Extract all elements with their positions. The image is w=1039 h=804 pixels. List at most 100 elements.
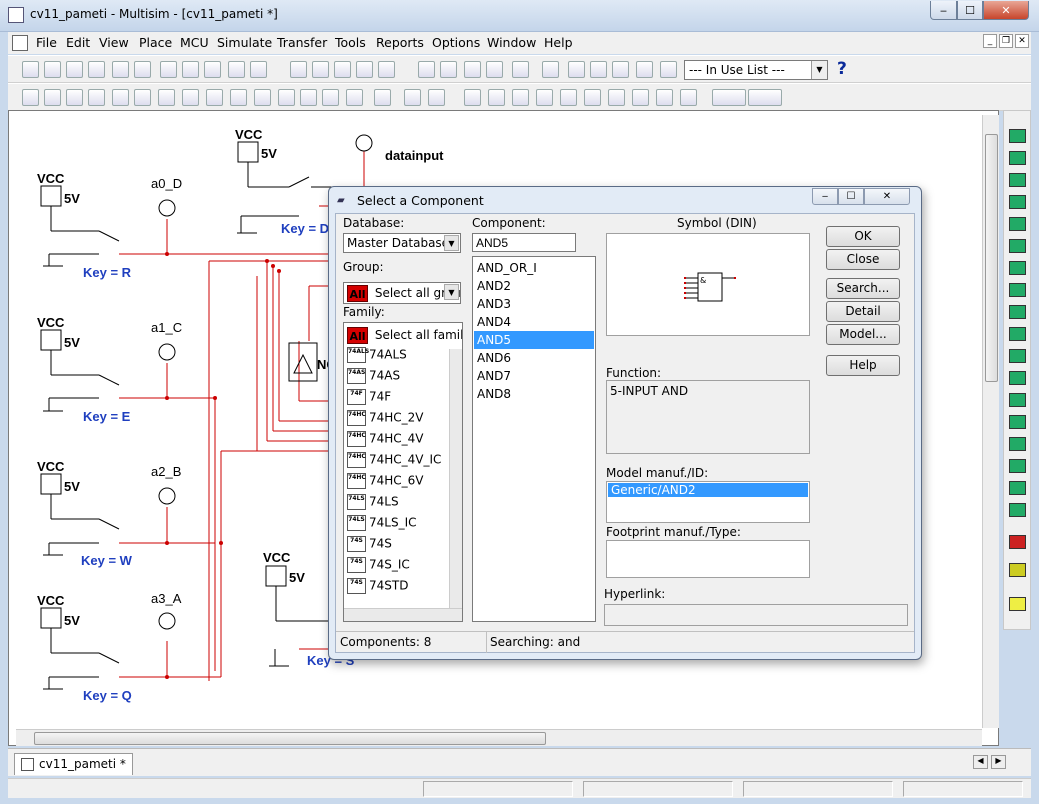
network-analyzer-icon[interactable] — [1009, 415, 1026, 429]
place-misc-icon[interactable] — [278, 89, 295, 106]
list-item[interactable]: AND7 — [474, 367, 594, 385]
database-dropdown[interactable]: Master Database ▼ — [343, 233, 461, 253]
measurement-probe-icon[interactable] — [1009, 535, 1026, 549]
tab-scroll-left-icon[interactable]: ◀ — [973, 755, 988, 769]
footprint-list[interactable] — [606, 540, 810, 578]
help-icon[interactable]: ? — [837, 59, 847, 79]
erc-icon[interactable] — [568, 61, 585, 78]
tab-scroll-right-icon[interactable]: ▶ — [991, 755, 1006, 769]
list-item-selected[interactable]: AND5 — [474, 331, 594, 349]
group-dropdown[interactable]: All Select all group ▼ — [343, 282, 461, 304]
run-icon[interactable] — [464, 89, 481, 106]
save-icon[interactable] — [88, 61, 105, 78]
multisim-app-icon[interactable] — [8, 7, 24, 23]
search-button[interactable]: Search... — [826, 278, 900, 299]
family-list[interactable]: All Select all familie 74ALS74ALS 74AS74… — [343, 322, 463, 622]
list-item[interactable]: AND_OR_I — [474, 259, 594, 277]
place-rf-icon[interactable] — [322, 89, 339, 106]
run-to-cursor-icon[interactable] — [632, 89, 649, 106]
spectrum-analyzer-icon[interactable] — [1009, 393, 1026, 407]
annotate-icon[interactable] — [612, 61, 629, 78]
logic-analyzer-icon[interactable] — [1009, 305, 1026, 319]
multimeter-icon[interactable] — [1009, 129, 1026, 143]
probe-toggle-icon[interactable] — [748, 89, 782, 106]
spreadsheet-icon[interactable] — [440, 61, 457, 78]
bus-icon[interactable] — [428, 89, 445, 106]
print-icon[interactable] — [112, 61, 129, 78]
pause-icon[interactable] — [488, 89, 505, 106]
model-list[interactable]: Generic/AND2 — [606, 481, 810, 523]
family-item[interactable]: 74LS 74LS_IC — [347, 515, 447, 536]
place-misc-digital-icon[interactable] — [182, 89, 199, 106]
print-preview-icon[interactable] — [134, 61, 151, 78]
place-electromechanical-icon[interactable] — [346, 89, 363, 106]
new-icon[interactable] — [22, 61, 39, 78]
dialog-close-button[interactable]: ✕ — [864, 188, 910, 205]
family-item[interactable]: 74F 74F — [347, 389, 447, 410]
family-item[interactable]: 74AS 74AS — [347, 368, 447, 389]
menu-view[interactable]: View — [99, 35, 129, 50]
menu-edit[interactable]: Edit — [66, 35, 90, 50]
step-over-icon[interactable] — [584, 89, 601, 106]
place-indicator-icon[interactable] — [230, 89, 247, 106]
menu-tools[interactable]: Tools — [335, 35, 366, 50]
menu-place[interactable]: Place — [139, 35, 172, 50]
vertical-scrollbar[interactable] — [982, 115, 999, 728]
paste-icon[interactable] — [204, 61, 221, 78]
tab-cv11-pameti[interactable]: cv11_pameti * — [14, 753, 133, 775]
step-into-icon[interactable] — [560, 89, 577, 106]
list-item[interactable]: AND3 — [474, 295, 594, 313]
menu-file[interactable]: File — [36, 35, 57, 50]
open-folder-icon[interactable] — [66, 61, 83, 78]
family-item[interactable]: 74HC 74HC_2V — [347, 410, 447, 431]
model-button[interactable]: Model... — [826, 324, 900, 345]
labview-instrument-icon[interactable] — [1009, 563, 1026, 577]
zoom-area-icon[interactable] — [356, 61, 373, 78]
agilent-multimeter-icon[interactable] — [1009, 459, 1026, 473]
menu-options[interactable]: Options — [432, 35, 480, 50]
place-transistor-icon[interactable] — [88, 89, 105, 106]
menu-mcu[interactable]: MCU — [180, 35, 209, 50]
close-dialog-button[interactable]: Close — [826, 249, 900, 270]
dialog-maximize-button[interactable]: ☐ — [838, 188, 864, 205]
place-analog-icon[interactable] — [112, 89, 129, 106]
detail-report-button[interactable]: Detail Report — [826, 301, 900, 337]
zoom-in-icon[interactable] — [312, 61, 329, 78]
place-diode-icon[interactable] — [66, 89, 83, 106]
list-item[interactable]: AND4 — [474, 313, 594, 331]
stop-icon[interactable] — [512, 89, 529, 106]
full-screen-icon[interactable] — [290, 61, 307, 78]
tektronix-oscilloscope-icon[interactable] — [1009, 503, 1026, 517]
agilent-generator-icon[interactable] — [1009, 437, 1026, 451]
grapher-icon[interactable] — [512, 61, 529, 78]
chevron-down-icon[interactable]: ▼ — [444, 235, 459, 251]
hierarchical-block-icon[interactable] — [404, 89, 421, 106]
toggle-breakpoint-icon[interactable] — [656, 89, 673, 106]
component-search-input[interactable] — [472, 233, 576, 252]
help-button[interactable]: Help — [826, 355, 900, 376]
region-icon[interactable] — [590, 61, 607, 78]
chevron-down-icon[interactable]: ▼ — [811, 61, 827, 79]
list-item[interactable]: AND8 — [474, 385, 594, 403]
menu-transfer[interactable]: Transfer — [277, 35, 327, 50]
redo-icon[interactable] — [250, 61, 267, 78]
function-generator-icon[interactable] — [1009, 151, 1026, 165]
open-icon[interactable] — [44, 61, 61, 78]
ok-button[interactable]: OK — [826, 226, 900, 247]
list-item[interactable]: AND6 — [474, 349, 594, 367]
word-generator-icon[interactable] — [1009, 283, 1026, 297]
place-mixed-icon[interactable] — [206, 89, 223, 106]
menu-reports[interactable]: Reports — [376, 35, 424, 50]
family-vertical-scrollbar[interactable] — [449, 349, 462, 608]
close-button[interactable]: ✕ — [983, 1, 1029, 20]
component-wizard-icon[interactable] — [486, 61, 503, 78]
component-list[interactable]: AND_OR_I AND2 AND3 AND4 AND5 AND6 AND7 A… — [472, 256, 596, 622]
zoom-out-icon[interactable] — [334, 61, 351, 78]
place-advanced-peripherals-icon[interactable] — [300, 89, 317, 106]
hyperlink-field[interactable] — [604, 604, 908, 626]
place-ttl-icon[interactable] — [134, 89, 151, 106]
family-item[interactable]: 74S 74S — [347, 536, 447, 557]
hierarchy-icon[interactable] — [418, 61, 435, 78]
oscilloscope-icon[interactable] — [1009, 195, 1026, 209]
menu-help[interactable]: Help — [544, 35, 573, 50]
